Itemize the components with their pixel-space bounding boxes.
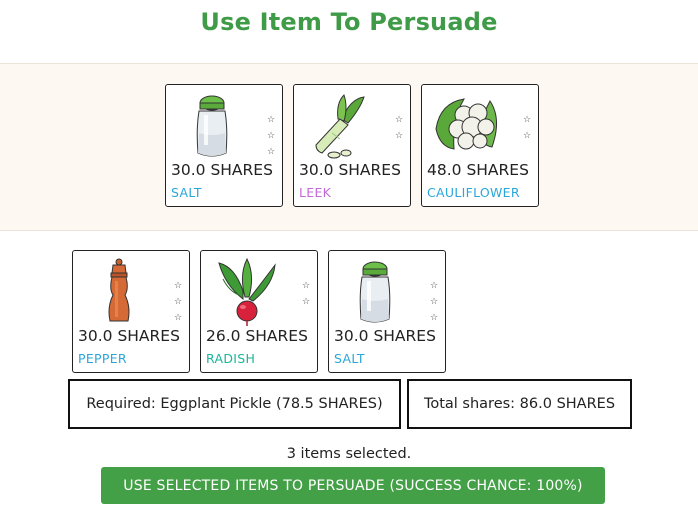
item-shares: 30.0 SHARES [78, 327, 180, 345]
selected-card-salt[interactable]: ☆ ☆ ☆ 30.0 SHARES SALT [328, 250, 446, 373]
rarity-stars: ☆ ☆ ☆ [429, 280, 439, 322]
rarity-stars: ☆ ☆ [301, 280, 311, 306]
selected-count: 3 items selected. [286, 446, 412, 462]
item-shares: 30.0 SHARES [171, 161, 273, 179]
item-name: SALT [334, 351, 365, 366]
rarity-stars: ☆ ☆ ☆ [266, 114, 276, 156]
page-title: Use Item To Persuade [200, 8, 498, 36]
leek-icon [315, 94, 365, 159]
salt-shaker-icon [359, 261, 391, 323]
cauliflower-icon [435, 98, 497, 150]
pepper-mill-icon [108, 258, 130, 322]
item-shares: 30.0 SHARES [334, 327, 436, 345]
item-name: CAULIFLOWER [427, 185, 520, 200]
item-card-leek[interactable]: ☆ ☆ 30.0 SHARES LEEK [293, 84, 411, 207]
radish-icon [218, 257, 276, 326]
rarity-stars: ☆ ☆ ☆ [173, 280, 183, 322]
rarity-stars: ☆ ☆ [394, 114, 404, 140]
persuade-button[interactable]: USE SELECTED ITEMS TO PERSUADE (SUCCESS … [101, 467, 605, 504]
item-shares: 26.0 SHARES [206, 327, 308, 345]
item-name: PEPPER [78, 351, 127, 366]
item-name: RADISH [206, 351, 256, 366]
salt-shaker-icon [196, 95, 228, 157]
item-name: SALT [171, 185, 202, 200]
rarity-stars: ☆ ☆ [522, 114, 532, 140]
item-card-salt[interactable]: ☆ ☆ ☆ 30.0 SHARES SALT [165, 84, 283, 207]
selected-card-radish[interactable]: ☆ ☆ 26.0 SHARES RADISH [200, 250, 318, 373]
item-card-cauliflower[interactable]: ☆ ☆ 48.0 SHARES CAULIFLOWER [421, 84, 539, 207]
selected-card-pepper[interactable]: ☆ ☆ ☆ 30.0 SHARES PEPPER [72, 250, 190, 373]
item-shares: 30.0 SHARES [299, 161, 401, 179]
item-name: LEEK [299, 185, 332, 200]
total-shares-box: Total shares: 86.0 SHARES [407, 379, 632, 429]
required-box: Required: Eggplant Pickle (78.5 SHARES) [68, 379, 401, 429]
item-shares: 48.0 SHARES [427, 161, 529, 179]
